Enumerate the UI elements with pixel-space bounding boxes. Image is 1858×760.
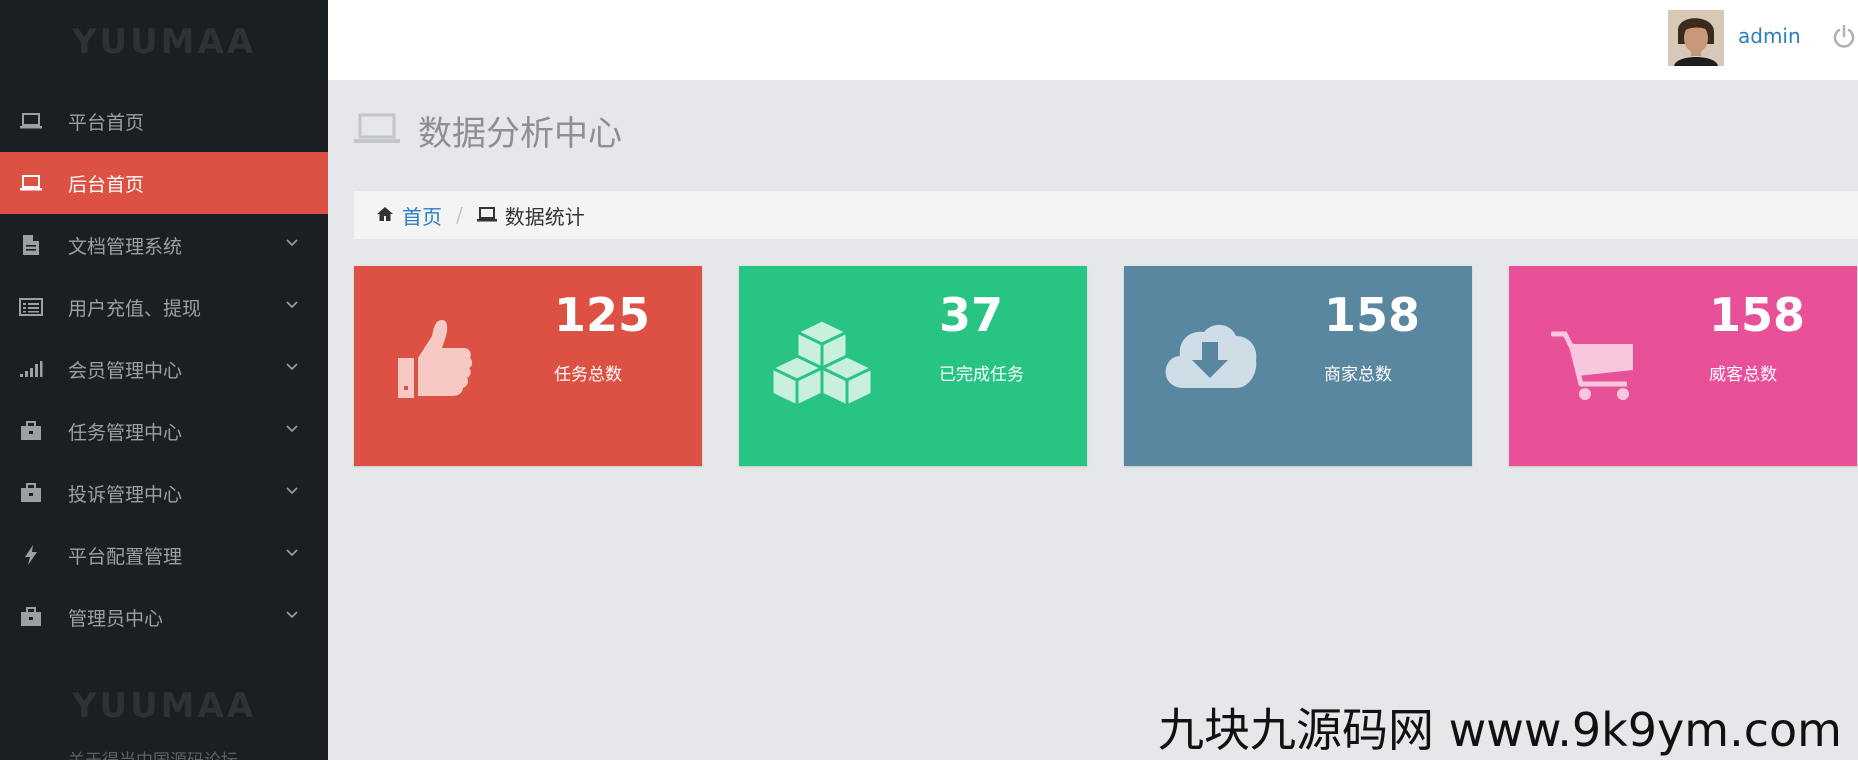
stat-label: 任务总数 (554, 365, 622, 385)
sidebar-item-label: 投诉管理中心 (68, 483, 183, 506)
laptop-icon (16, 113, 46, 129)
stat-label: 已完成任务 (939, 365, 1024, 385)
sidebar-item-platform-home[interactable]: 平台首页 (0, 90, 328, 152)
sidebar-item-tasks[interactable]: 任务管理中心 (0, 400, 328, 462)
watermark-text: 九块九源码网 www.9k9ym.com (1158, 703, 1842, 757)
file-icon (16, 234, 46, 256)
sidebar-logo: YUUMAA (71, 22, 257, 62)
chevron-down-icon (286, 301, 298, 309)
list-icon (16, 298, 46, 316)
stat-label: 商家总数 (1324, 365, 1392, 385)
top-bar: admin (328, 0, 1858, 80)
username-link[interactable]: admin (1738, 24, 1801, 48)
stat-card-merchants[interactable]: 158 商家总数 (1124, 266, 1472, 466)
chevron-down-icon (286, 549, 298, 557)
sidebar-item-label: 平台首页 (68, 111, 145, 134)
stat-card-completed[interactable]: 37 已完成任务 (739, 266, 1087, 466)
chevron-down-icon (286, 363, 298, 371)
page-title: 数据分析中心 (354, 106, 622, 155)
briefcase-icon (16, 421, 46, 441)
breadcrumb-separator: / (456, 203, 463, 227)
briefcase-icon (16, 607, 46, 627)
power-icon[interactable] (1832, 24, 1856, 54)
sidebar-item-label: 文档管理系统 (68, 235, 183, 258)
stat-card-tasks[interactable]: 125 任务总数 (354, 266, 702, 466)
thumbs-up-icon (394, 316, 474, 404)
chevron-down-icon (286, 425, 298, 433)
cubes-icon (767, 316, 877, 410)
sidebar-item-label: 用户充值、提现 (68, 297, 202, 320)
sidebar-footer-text: 关于得当中国源码论坛 (68, 746, 238, 760)
cloud-download-icon (1162, 320, 1258, 394)
home-icon (376, 203, 394, 227)
breadcrumb-home-link[interactable]: 首页 (402, 201, 442, 230)
sidebar-item-label: 平台配置管理 (68, 545, 183, 568)
chevron-down-icon (286, 487, 298, 495)
sidebar-item-label: 后台首页 (68, 173, 145, 196)
laptop-icon (476, 203, 497, 227)
briefcase-icon (16, 483, 46, 503)
stat-value: 125 (554, 288, 651, 342)
sidebar-item-documents[interactable]: 文档管理系统 (0, 214, 328, 276)
laptop-icon (16, 175, 46, 191)
sidebar-nav: 平台首页 后台首页 文档管理系统 用户充值、提现 会员管理中心 任务管理中心 投… (0, 90, 328, 648)
stat-value: 158 (1709, 288, 1806, 342)
sidebar: YUUMAA 平台首页 后台首页 文档管理系统 用户充值、提现 会员管理中心 任… (0, 0, 328, 760)
sidebar-item-label: 会员管理中心 (68, 359, 183, 382)
bolt-icon (16, 544, 46, 566)
sidebar-item-config[interactable]: 平台配置管理 (0, 524, 328, 586)
chevron-down-icon (286, 239, 298, 247)
chevron-down-icon (286, 611, 298, 619)
signal-icon (16, 360, 46, 378)
sidebar-item-label: 任务管理中心 (68, 421, 183, 444)
breadcrumb: 首页 / 数据统计 (354, 191, 1858, 239)
avatar[interactable] (1668, 10, 1724, 66)
stat-value: 37 (939, 288, 1004, 342)
cart-icon (1550, 330, 1637, 406)
sidebar-item-recharge[interactable]: 用户充值、提现 (0, 276, 328, 338)
sidebar-item-members[interactable]: 会员管理中心 (0, 338, 328, 400)
stat-value: 158 (1324, 288, 1421, 342)
sidebar-item-admin-center[interactable]: 管理员中心 (0, 586, 328, 648)
sidebar-footer-logo: YUUMAA (71, 686, 257, 726)
stat-card-freelancers[interactable]: 158 威客总数 (1509, 266, 1857, 466)
sidebar-item-admin-home[interactable]: 后台首页 (0, 152, 328, 214)
breadcrumb-current: 数据统计 (504, 204, 585, 229)
stat-label: 威客总数 (1709, 365, 1777, 385)
sidebar-item-complaints[interactable]: 投诉管理中心 (0, 462, 328, 524)
laptop-icon (354, 113, 400, 149)
sidebar-item-label: 管理员中心 (68, 607, 164, 630)
